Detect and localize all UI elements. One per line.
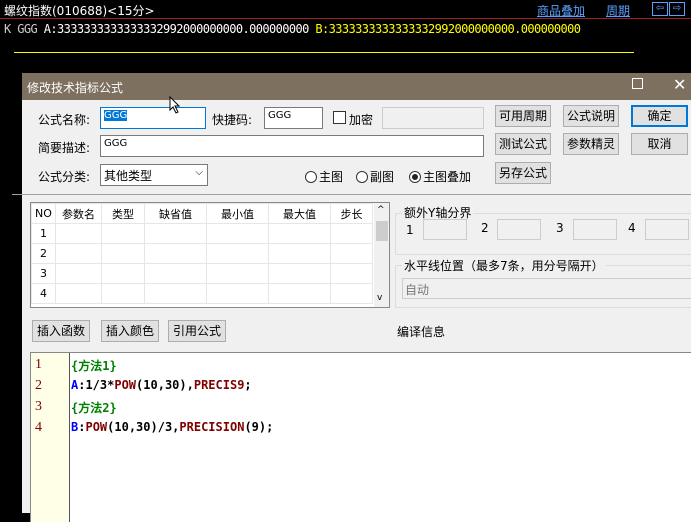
reference-formula-button[interactable]: 引用公式	[168, 320, 226, 342]
code-token: PRECIS9	[193, 378, 245, 392]
ok-button[interactable]: 确定	[631, 105, 688, 127]
line-number: 1	[35, 357, 42, 372]
table-row: 3	[31, 263, 373, 284]
code-token: POW	[85, 420, 108, 434]
line-number: 4	[35, 420, 42, 435]
hotkey-input[interactable]: GGG	[264, 107, 323, 129]
chevron-down-icon: ⌵	[195, 167, 203, 178]
value-b: B:3333333333333332992000000000.000000000	[315, 22, 581, 36]
code-token: (10,30)/3,	[107, 420, 180, 434]
code-token: ;	[244, 378, 252, 392]
code-line: {方法2}	[71, 399, 117, 416]
encrypt-label: 加密	[349, 113, 374, 127]
compile-info-label: 编译信息	[397, 325, 446, 339]
indicator-line	[14, 52, 634, 53]
yaxis-input-4[interactable]	[645, 219, 689, 240]
periods-button[interactable]: 可用周期	[495, 105, 551, 127]
wizard-button[interactable]: 参数精灵	[563, 133, 619, 155]
indicator-values: K GGG A:3333333333333332992000000000.000…	[4, 22, 581, 36]
test-button[interactable]: 测试公式	[495, 133, 551, 155]
yaxis-label-4: 4	[628, 221, 636, 235]
yaxis-input-2[interactable]	[497, 219, 541, 240]
chart-title: 螺纹指数(010688)<15分>	[4, 4, 155, 18]
scrollbar[interactable]: ^ v	[374, 203, 389, 307]
code-token: {方法2}	[71, 401, 117, 415]
insert-color-button[interactable]: 插入颜色	[101, 320, 159, 342]
yaxis-label-2: 2	[481, 221, 489, 235]
code-token: (9);	[244, 420, 274, 434]
table-header: NO 参数名 类型 缺省值 最小值 最大值 步长	[31, 203, 373, 224]
param-table[interactable]: NO 参数名 类型 缺省值 最小值 最大值 步长 1 2 3 4 ^ v	[30, 202, 390, 308]
password-input	[382, 107, 484, 129]
code-token: :1/3*	[78, 378, 115, 392]
hline-input[interactable]: 自动	[402, 278, 691, 299]
code-token: PRECISION	[179, 420, 245, 434]
table-row: 4	[31, 283, 373, 304]
k-label: K	[4, 22, 11, 36]
table-row: 2	[31, 243, 373, 264]
save-as-button[interactable]: 另存公式	[495, 162, 551, 184]
hline-title: 水平线位置（最多7条，用分号隔开）	[402, 257, 606, 274]
edit-formula-dialog: 修改技术指标公式 ✕ 公式名称: GGG 快捷码: GGG 加密 简要描述: G…	[12, 73, 691, 522]
insert-function-button[interactable]: 插入函数	[32, 320, 90, 342]
mouse-cursor-icon	[169, 96, 181, 114]
radio-main[interactable]: 主图	[305, 168, 343, 185]
code-token: (10,30),	[136, 378, 194, 392]
dialog-title: 修改技术指标公式	[27, 81, 124, 95]
hotkey-label: 快捷码:	[212, 113, 253, 127]
divider	[12, 194, 691, 195]
name-input[interactable]: GGG	[100, 107, 206, 129]
code-line: B:POW(10,30)/3,PRECISION(9);	[71, 420, 273, 434]
indicator-name: GGG	[17, 22, 38, 36]
yaxis-label-1: 1	[406, 223, 414, 237]
code-line: A:1/3*POW(10,30),PRECIS9;	[71, 378, 252, 392]
scroll-up-icon: ^	[377, 205, 385, 215]
category-select[interactable]: 其他类型 ⌵	[100, 164, 208, 186]
yaxis-input-1[interactable]	[423, 219, 467, 240]
code-token: {方法1}	[71, 359, 117, 373]
yaxis-input-3[interactable]	[573, 219, 617, 240]
radio-sub[interactable]: 副图	[356, 168, 394, 185]
desc-label: 简要描述:	[38, 141, 91, 155]
code-editor[interactable]: 1 {方法1} 2 A:1/3*POW(10,30),PRECIS9; 3 {方法2} 4 B…	[30, 352, 691, 522]
prev-icon[interactable]: ⇦	[652, 2, 668, 16]
line-number: 2	[35, 378, 42, 393]
code-line: {方法1}	[71, 357, 117, 374]
next-icon[interactable]: ⇨	[669, 2, 685, 16]
radio-main-overlay[interactable]: 主图叠加	[409, 168, 471, 185]
desc-input[interactable]: GGG	[100, 135, 484, 157]
scroll-down-icon: v	[377, 293, 383, 303]
chart-header: 螺纹指数(010688)<15分> 商品叠加 周期 ⇦ ⇨	[0, 0, 691, 19]
period-link[interactable]: 周期	[606, 2, 630, 19]
maximize-icon[interactable]	[632, 78, 643, 89]
table-row: 1	[31, 223, 373, 244]
name-label: 公式名称:	[38, 113, 91, 127]
yaxis-label-3: 3	[556, 221, 564, 235]
encrypt-checkbox[interactable]	[333, 111, 346, 124]
close-icon[interactable]: ✕	[673, 75, 686, 94]
code-token: POW	[114, 378, 137, 392]
line-number: 3	[35, 399, 42, 414]
value-a: A:3333333333333332992000000000.000000000	[43, 22, 310, 36]
cancel-button[interactable]: 取消	[631, 133, 688, 155]
overlay-link[interactable]: 商品叠加	[537, 2, 585, 19]
dialog-titlebar: 修改技术指标公式 ✕	[22, 73, 691, 100]
category-label: 公式分类:	[38, 170, 91, 184]
explain-button[interactable]: 公式说明	[563, 105, 619, 127]
